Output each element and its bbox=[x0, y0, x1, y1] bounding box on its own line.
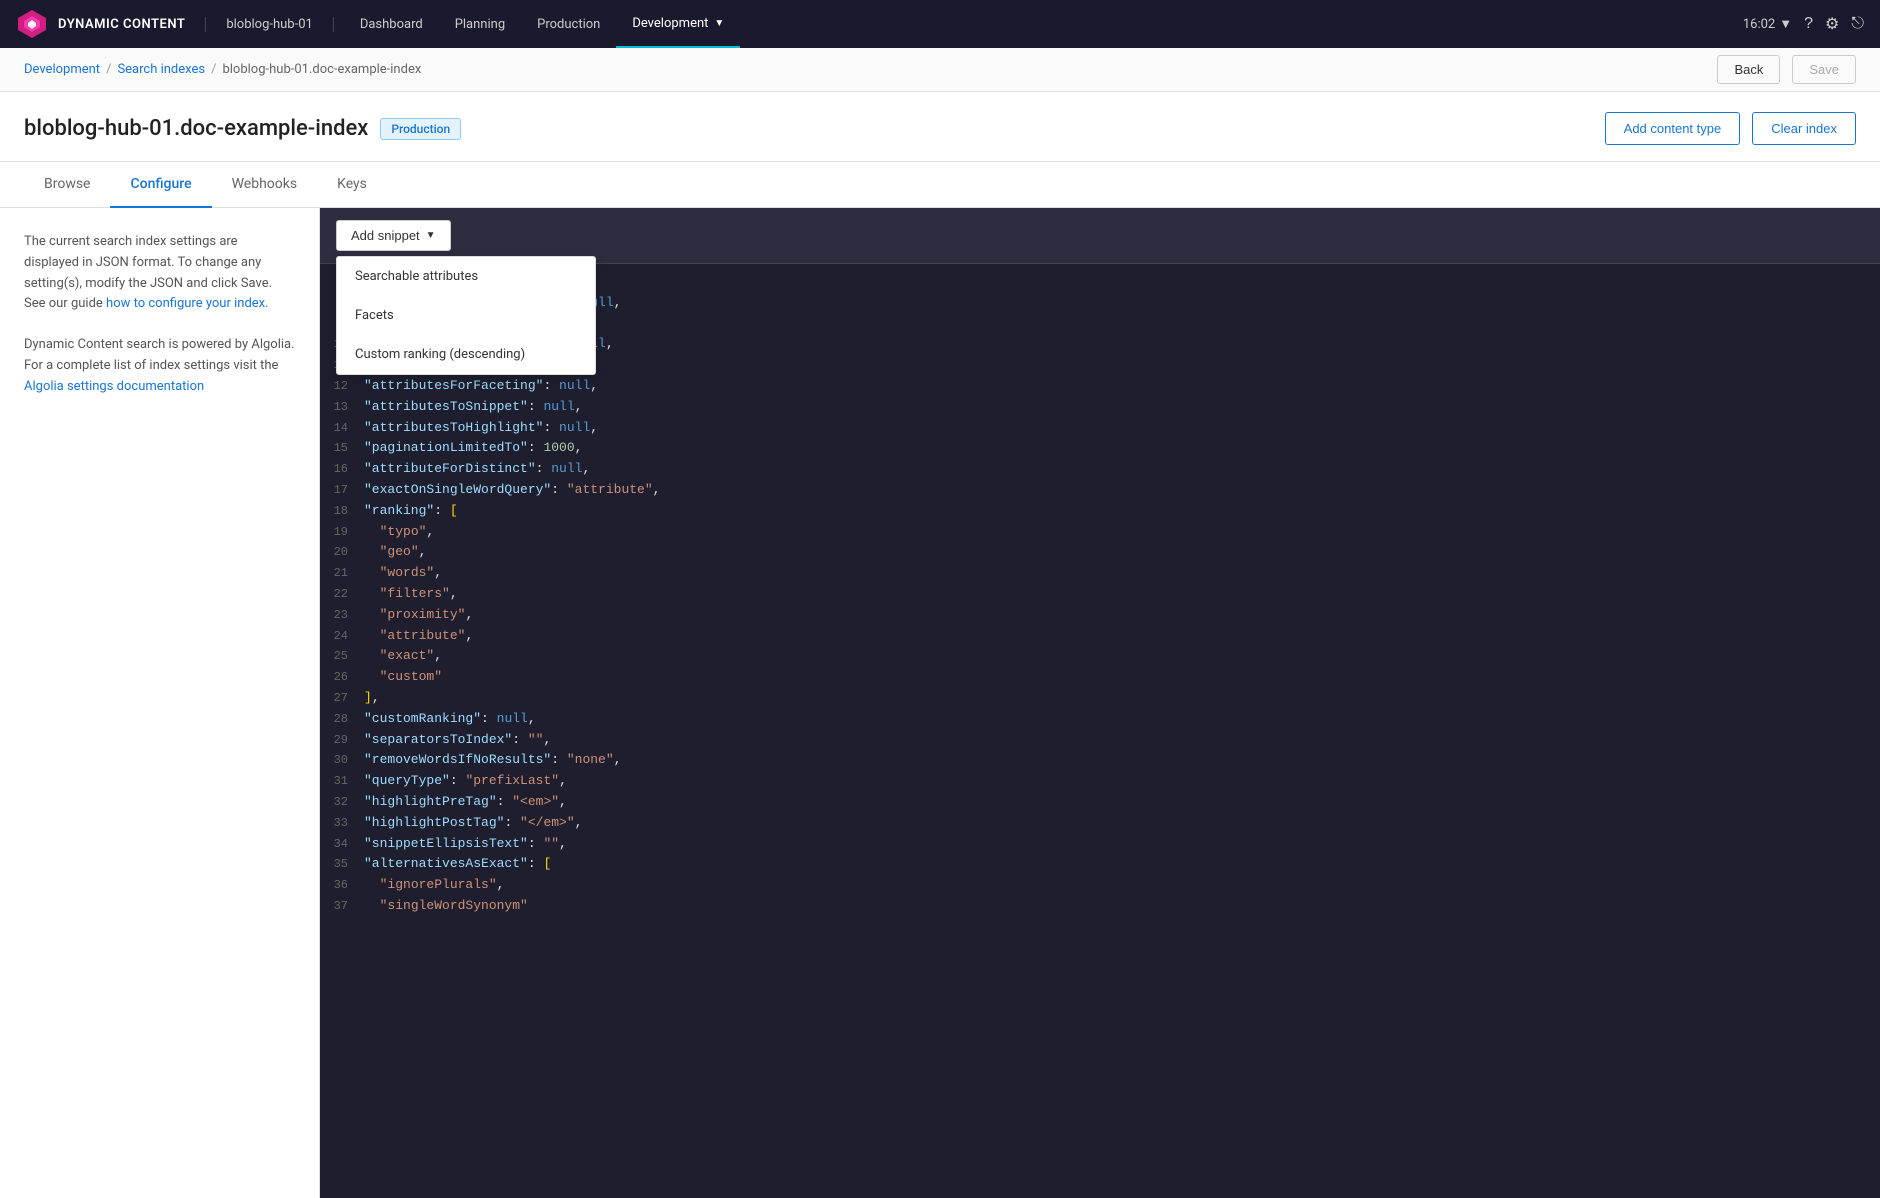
clock-chevron-icon: ▼ bbox=[1779, 16, 1792, 32]
code-line: 26 "custom" bbox=[320, 667, 1880, 688]
code-line: 31 "queryType": "prefixLast", bbox=[320, 771, 1880, 792]
tabs-bar: Browse Configure Webhooks Keys bbox=[0, 162, 1880, 208]
top-navigation: DYNAMIC CONTENT bloblog-hub-01 Dashboard… bbox=[0, 0, 1880, 48]
algolia-settings-link[interactable]: Algolia settings documentation bbox=[24, 379, 204, 394]
sidebar-info: The current search index settings are di… bbox=[0, 208, 320, 1198]
clear-index-button[interactable]: Clear index bbox=[1752, 112, 1856, 145]
logo-area: DYNAMIC CONTENT bbox=[16, 8, 185, 40]
snippet-chevron-icon: ▼ bbox=[426, 230, 436, 241]
code-line: 23 "proximity", bbox=[320, 605, 1880, 626]
chevron-down-icon: ▼ bbox=[714, 18, 724, 29]
code-line: 36 "ignorePlurals", bbox=[320, 875, 1880, 896]
snippet-dropdown-menu: Searchable attributes Facets Custom rank… bbox=[336, 256, 596, 375]
code-line: 22 "filters", bbox=[320, 584, 1880, 605]
page-title-area: bloblog-hub-01.doc-example-index Product… bbox=[24, 116, 461, 141]
breadcrumb-bar: Development / Search indexes / bloblog-h… bbox=[0, 48, 1880, 92]
code-line: 14 "attributesToHighlight": null, bbox=[320, 418, 1880, 439]
nav-links: Dashboard Planning Production Developmen… bbox=[344, 0, 1743, 48]
code-line: 24 "attribute", bbox=[320, 626, 1880, 647]
code-line: 21 "words", bbox=[320, 563, 1880, 584]
hub-name: bloblog-hub-01 bbox=[205, 17, 333, 32]
code-line: 33 "highlightPostTag": "</em>", bbox=[320, 813, 1880, 834]
snippet-facets[interactable]: Facets bbox=[337, 296, 595, 335]
nav-right: 16:02 ▼ ? ⚙ ⎋ bbox=[1743, 14, 1864, 34]
code-line: 37 "singleWordSynonym" bbox=[320, 896, 1880, 917]
breadcrumb-sep-1: / bbox=[106, 62, 111, 77]
breadcrumb: Development / Search indexes / bloblog-h… bbox=[24, 62, 421, 77]
code-line: 20 "geo", bbox=[320, 542, 1880, 563]
page-header-actions: Add content type Clear index bbox=[1605, 112, 1856, 145]
nav-planning[interactable]: Planning bbox=[439, 0, 521, 48]
back-button[interactable]: Back bbox=[1717, 55, 1780, 84]
page-title: bloblog-hub-01.doc-example-index bbox=[24, 116, 368, 141]
code-line: 34 "snippetEllipsisText": "", bbox=[320, 834, 1880, 855]
code-line: 30 "removeWordsIfNoResults": "none", bbox=[320, 750, 1880, 771]
code-line: 29 "separatorsToIndex": "", bbox=[320, 730, 1880, 751]
content-area: The current search index settings are di… bbox=[0, 208, 1880, 1198]
code-line: 12 "attributesForFaceting": null, bbox=[320, 376, 1880, 397]
add-snippet-button[interactable]: Add snippet ▼ bbox=[336, 220, 451, 251]
nav-production[interactable]: Production bbox=[521, 0, 616, 48]
breadcrumb-sep-2: / bbox=[211, 62, 216, 77]
nav-dashboard[interactable]: Dashboard bbox=[344, 0, 439, 48]
code-line: 28 "customRanking": null, bbox=[320, 709, 1880, 730]
tab-configure[interactable]: Configure bbox=[110, 162, 211, 208]
production-badge: Production bbox=[380, 118, 461, 140]
code-line: 19 "typo", bbox=[320, 522, 1880, 543]
snippet-toolbar: Add snippet ▼ Searchable attributes Face… bbox=[320, 208, 1880, 264]
code-line: 17 "exactOnSingleWordQuery": "attribute"… bbox=[320, 480, 1880, 501]
code-line: 16 "attributeForDistinct": null, bbox=[320, 459, 1880, 480]
settings-icon[interactable]: ⚙ bbox=[1825, 14, 1839, 34]
info-text-1: The current search index settings are di… bbox=[24, 232, 295, 315]
code-line: 32 "highlightPreTag": "<em>", bbox=[320, 792, 1880, 813]
code-line: 13 "attributesToSnippet": null, bbox=[320, 397, 1880, 418]
tab-webhooks[interactable]: Webhooks bbox=[212, 162, 318, 208]
configure-index-link[interactable]: how to configure your index. bbox=[106, 296, 269, 311]
code-line: 15 "paginationLimitedTo": 1000, bbox=[320, 438, 1880, 459]
snippet-searchable-attributes[interactable]: Searchable attributes bbox=[337, 257, 595, 296]
code-editor[interactable]: 7 "attributesToIndex": null, 8 "numericA… bbox=[320, 264, 1880, 1198]
add-content-type-button[interactable]: Add content type bbox=[1605, 112, 1741, 145]
code-line: 27 ], bbox=[320, 688, 1880, 709]
editor-area: Add snippet ▼ Searchable attributes Face… bbox=[320, 208, 1880, 1198]
logout-icon[interactable]: ⎋ bbox=[1851, 15, 1864, 33]
tab-browse[interactable]: Browse bbox=[24, 162, 110, 208]
logo-icon bbox=[16, 8, 48, 40]
breadcrumb-current: bloblog-hub-01.doc-example-index bbox=[222, 62, 421, 77]
code-line: 35 "alternativesAsExact": [ bbox=[320, 854, 1880, 875]
nav-development[interactable]: Development ▼ bbox=[616, 0, 740, 48]
snippet-custom-ranking[interactable]: Custom ranking (descending) bbox=[337, 335, 595, 374]
app-title: DYNAMIC CONTENT bbox=[58, 17, 185, 32]
code-line: 25 "exact", bbox=[320, 646, 1880, 667]
page-header: bloblog-hub-01.doc-example-index Product… bbox=[0, 92, 1880, 162]
help-icon[interactable]: ? bbox=[1804, 15, 1813, 33]
tab-keys[interactable]: Keys bbox=[317, 162, 387, 208]
nav-time: 16:02 ▼ bbox=[1743, 16, 1792, 32]
code-line: 18 "ranking": [ bbox=[320, 501, 1880, 522]
breadcrumb-development[interactable]: Development bbox=[24, 62, 100, 77]
breadcrumb-search-indexes[interactable]: Search indexes bbox=[117, 62, 205, 77]
info-text-2: Dynamic Content search is powered by Alg… bbox=[24, 335, 295, 397]
save-button[interactable]: Save bbox=[1792, 55, 1856, 84]
breadcrumb-actions: Back Save bbox=[1717, 55, 1856, 84]
